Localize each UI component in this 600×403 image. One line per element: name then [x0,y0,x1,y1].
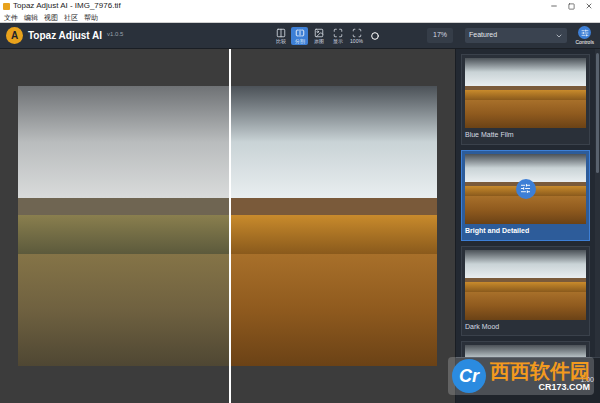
preset-thumbnail [465,345,586,357]
app-window: Topaz Adjust AI - IMG_7976.tif 文件编辑视图社区帮助… [0,0,600,403]
zoom-field[interactable]: 17% [427,28,453,43]
preset-dropdown[interactable]: Featured [465,28,567,43]
toolbar: A Topaz Adjust AI v1.0.5 比较分割原图显示100% 17% Fea… [0,23,600,49]
view-mode-icon [333,28,343,38]
window-title: Topaz Adjust AI - IMG_7976.tif [13,2,121,10]
image-canvas [0,49,455,403]
view-mode-icon [295,28,305,38]
menu-item[interactable]: 帮助 [84,14,98,21]
watermark-name: 西西软件园 [490,361,590,381]
watermark: Cr西西软件园 CR173.COM [448,357,594,395]
sliders-icon [581,29,589,37]
scrollbar[interactable] [595,49,600,357]
view-button[interactable]: 原图 [310,27,327,45]
preset-panel: Blue Matte Film Bright and Detailed Dark M… [455,49,600,403]
watermark-logo: Cr [452,359,486,393]
preset-thumbnail [465,250,586,320]
menu-item[interactable]: 文件 [4,14,18,21]
maximize-icon[interactable] [568,3,575,10]
circle-icon[interactable] [371,32,379,40]
view-mode-icon [352,28,362,38]
adjust-icon[interactable] [520,183,531,194]
preset-card[interactable]: Blue Matte Film [461,54,590,145]
view-button[interactable]: 比较 [272,27,289,45]
watermark-url: CR173.COM [538,383,590,392]
menu-bar: 文件编辑视图社区帮助 [0,12,600,23]
view-mode-icon [276,28,286,38]
view-button[interactable]: 100% [348,27,365,45]
preset-name: Blue Matte Film [462,131,589,144]
app-icon [3,3,10,10]
close-icon[interactable] [585,2,593,10]
title-bar: Topaz Adjust AI - IMG_7976.tif [0,0,600,12]
menu-item[interactable]: 编辑 [24,14,38,21]
preset-card[interactable]: Dark Mood [461,246,590,337]
controls-button[interactable]: Controls [575,26,594,45]
preset-name: Bright and Detailed [462,227,589,240]
preset-card[interactable]: Bright and Detailed [461,150,590,241]
menu-item[interactable]: 社区 [64,14,78,21]
view-mode-icon [314,28,324,38]
minimize-icon[interactable] [550,2,558,10]
chevron-down-icon [555,32,563,40]
view-button[interactable]: 显示 [329,27,346,45]
preset-thumbnail [465,58,586,128]
preset-name: Dark Mood [462,323,589,336]
app-logo: A [6,27,23,44]
menu-item[interactable]: 视图 [44,14,58,21]
adjusted-image [231,86,437,366]
app-version: v1.0.5 [107,30,123,39]
original-image [18,86,229,366]
preset-card[interactable] [461,341,590,357]
app-name: Topaz Adjust AI [28,28,102,43]
view-button[interactable]: 分割 [291,27,308,45]
